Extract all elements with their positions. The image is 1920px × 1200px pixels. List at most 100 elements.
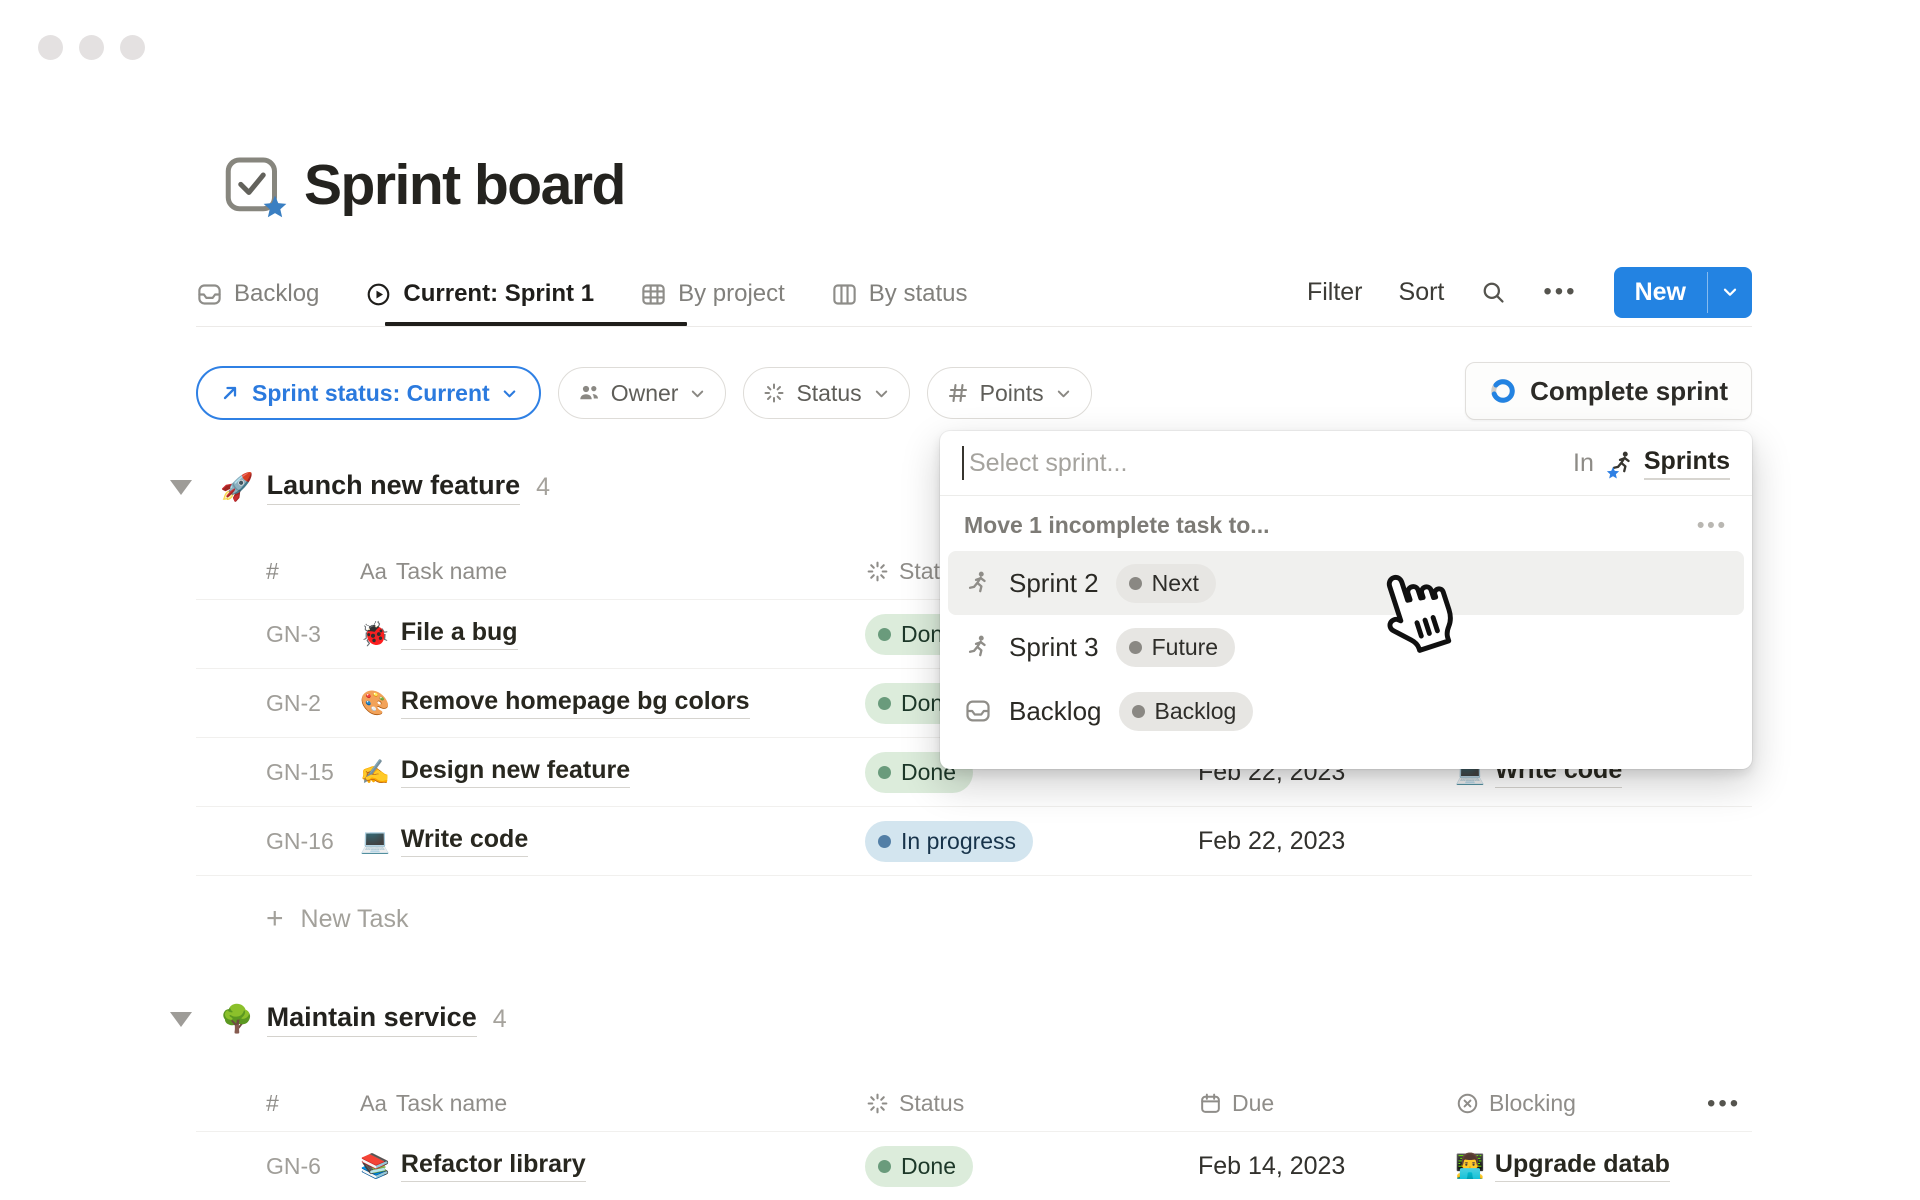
chip-label: Owner (611, 380, 679, 407)
group-name-link[interactable]: Launch new feature (267, 470, 521, 505)
header-label: # (266, 558, 279, 585)
status-badge[interactable]: Done (865, 1146, 973, 1187)
group-name-link[interactable]: Maintain service (267, 1002, 477, 1037)
header-label: # (266, 1090, 279, 1117)
status-dot (878, 697, 891, 710)
option-sprint-2[interactable]: Sprint 2 Next (948, 551, 1744, 615)
table-row[interactable]: GN-6 📚 Refactor library Done Feb 14, 2023… (196, 1132, 1752, 1200)
search-button[interactable] (1480, 279, 1507, 306)
option-sprint-3[interactable]: Sprint 3 Future (948, 615, 1744, 679)
task-title-link[interactable]: Refactor library (401, 1150, 586, 1182)
columns-more-button[interactable]: ••• (1707, 1090, 1752, 1118)
new-task-button[interactable]: + New Task (196, 896, 1752, 942)
chip-label: Sprint status: Current (252, 380, 490, 407)
sprint-board-window: Sprint board Backlog Current: Sprint 1 B… (0, 0, 1920, 1200)
collapse-triangle-icon[interactable] (170, 1012, 192, 1027)
sort-button[interactable]: Sort (1399, 278, 1445, 307)
sprint-status-filter-chip[interactable]: Sprint status: Current (196, 366, 541, 420)
task-name-cell[interactable]: ✍️ Design new feature (360, 756, 865, 788)
complete-sprint-button[interactable]: Complete sprint (1465, 362, 1752, 420)
calendar-icon (1198, 1091, 1223, 1116)
window-dot[interactable] (79, 35, 104, 60)
play-circle-icon (365, 281, 392, 308)
sprint-status-badge: Backlog (1119, 692, 1254, 731)
task-name-column-header[interactable]: Aa Task name (360, 1090, 865, 1117)
option-backlog[interactable]: Backlog Backlog (948, 679, 1744, 743)
task-title-link[interactable]: Remove homepage bg colors (401, 687, 750, 719)
page-header: Sprint board (222, 152, 625, 218)
id-column-header[interactable]: # (266, 558, 360, 585)
sprint-status-badge: Future (1116, 628, 1235, 667)
blocking-column-header[interactable]: Blocking (1455, 1090, 1707, 1117)
task-name-column-header[interactable]: AaTask name (360, 558, 865, 585)
sprints-dataset-link[interactable]: Sprints (1608, 447, 1730, 480)
text-caret (962, 446, 964, 480)
tab-by-status[interactable]: By status (831, 280, 968, 308)
tab-by-project[interactable]: By project (640, 280, 785, 308)
owner-filter-chip[interactable]: Owner (558, 367, 727, 419)
blocking-task-link[interactable]: Upgrade datab (1495, 1150, 1670, 1182)
move-prompt-row: Move 1 incomplete task to... ••• (940, 496, 1752, 549)
status-cell[interactable]: In progress (865, 821, 1198, 862)
task-emoji: ✍️ (360, 758, 390, 787)
due-cell[interactable]: Feb 22, 2023 (1198, 827, 1455, 856)
popup-more-button[interactable]: ••• (1697, 514, 1728, 538)
sprint-search-input[interactable] (969, 449, 1565, 478)
title-property-icon: Aa (360, 1091, 387, 1117)
sprints-link-label: Sprints (1644, 447, 1730, 480)
task-name-cell[interactable]: 💻Write code (360, 825, 865, 857)
points-filter-chip[interactable]: Points (927, 367, 1092, 419)
search-icon (1480, 279, 1507, 306)
id-column-header[interactable]: # (266, 1090, 360, 1117)
filter-button[interactable]: Filter (1307, 278, 1363, 307)
task-name-cell[interactable]: 🎨 Remove homepage bg colors (360, 687, 865, 719)
filter-chips: Sprint status: Current Owner Status Poin… (196, 366, 1092, 420)
sprint-options: Sprint 2 Next Sprint 3 Future Backlog Ba… (940, 549, 1752, 753)
header-label: Task name (396, 1090, 507, 1117)
task-title-link[interactable]: Write code (401, 825, 528, 857)
window-dot[interactable] (120, 35, 145, 60)
people-icon (577, 381, 601, 405)
more-options-button[interactable]: ••• (1543, 278, 1577, 306)
task-name-cell[interactable]: 📚 Refactor library (360, 1150, 865, 1182)
star-icon (262, 194, 288, 220)
move-to-sprint-popup: In Sprints Move 1 incomplete task to... … (940, 431, 1752, 769)
status-label: In progress (901, 828, 1016, 855)
sprint-search-row: In Sprints (940, 431, 1752, 496)
collapse-triangle-icon[interactable] (170, 480, 192, 495)
status-spinner-icon (762, 381, 786, 405)
tab-label: By status (869, 280, 968, 308)
due-cell[interactable]: Feb 14, 2023 (1198, 1152, 1455, 1181)
header-label: Due (1232, 1090, 1274, 1117)
group-emoji: 🚀 (220, 471, 254, 503)
group-emoji: 🌳 (220, 1003, 254, 1035)
task-title-link[interactable]: File a bug (401, 618, 518, 650)
group-count: 4 (493, 1005, 507, 1034)
due-column-header[interactable]: Due (1198, 1090, 1455, 1117)
tab-current-sprint[interactable]: Current: Sprint 1 (365, 280, 594, 308)
task-name-cell[interactable]: 🐞File a bug (360, 618, 865, 650)
blocking-cell[interactable]: 👨‍💻 Upgrade datab (1455, 1150, 1707, 1182)
complete-sprint-label: Complete sprint (1530, 376, 1728, 407)
sprint-status-badge: Next (1116, 564, 1216, 603)
task-id: GN-6 (266, 1153, 360, 1180)
task-id: GN-15 (266, 759, 360, 786)
window-dot[interactable] (38, 35, 63, 60)
blocking-emoji: 👨‍💻 (1455, 1152, 1485, 1181)
sprint-runner-icon (1608, 449, 1636, 477)
task-emoji: 📚 (360, 1152, 390, 1181)
status-cell[interactable]: Done (865, 1146, 1198, 1187)
status-dot (1129, 577, 1142, 590)
table-row[interactable]: GN-16 💻Write code In progress Feb 22, 20… (196, 807, 1752, 876)
status-dot (878, 628, 891, 641)
new-button[interactable]: New (1614, 267, 1707, 318)
status-column-header[interactable]: Status (865, 1090, 1198, 1117)
status-filter-chip[interactable]: Status (743, 367, 909, 419)
move-prompt-label: Move 1 incomplete task to... (964, 512, 1269, 539)
tab-backlog[interactable]: Backlog (196, 280, 319, 308)
group-count: 4 (536, 473, 550, 502)
task-emoji: 🎨 (360, 689, 390, 718)
task-title-link[interactable]: Design new feature (401, 756, 630, 788)
status-badge[interactable]: In progress (865, 821, 1033, 862)
new-dropdown-button[interactable] (1708, 267, 1752, 318)
